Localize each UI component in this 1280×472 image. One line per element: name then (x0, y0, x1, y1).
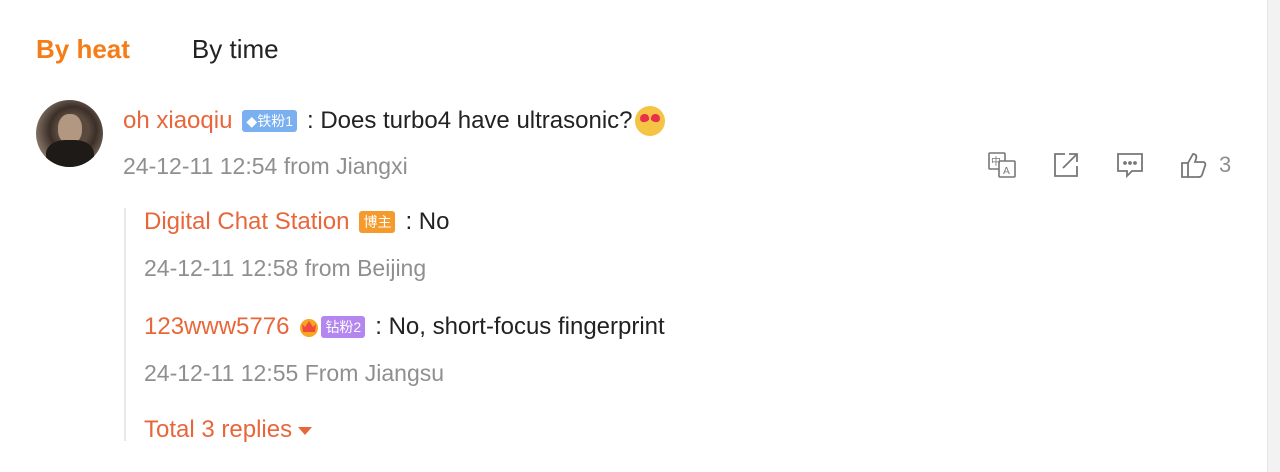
reply-text: : No, short-focus fingerprint (375, 313, 665, 340)
reply-meta: 24-12-11 12:55 From Jiangsu (144, 360, 445, 386)
thumbs-up-icon[interactable] (1179, 150, 1209, 180)
avatar-body (46, 140, 94, 167)
reply-username[interactable]: 123www5776 (144, 313, 289, 341)
comment-meta: 24-12-11 12:54 from Jiangxi (123, 153, 408, 179)
like-count: 3 (1219, 152, 1232, 177)
scrollbar-track[interactable] (1267, 0, 1280, 472)
comment-text: : Does turbo4 have ultrasonic? (306, 107, 633, 134)
svg-text:中: 中 (991, 155, 1001, 168)
reply-username[interactable]: Digital Chat Station (144, 208, 349, 236)
translate-icon[interactable]: 中 A (987, 150, 1017, 180)
reply-item: 123www5776 钻粉2 : No, short-focus fingerp… (144, 313, 665, 341)
reply-thread-divider (124, 208, 126, 441)
comment-actions: 中 A 3 (987, 150, 1231, 180)
tab-by-heat[interactable]: By heat (36, 34, 130, 65)
share-icon[interactable] (1051, 150, 1081, 180)
tab-by-time[interactable]: By time (192, 34, 279, 65)
total-replies-link[interactable]: Total 3 replies (144, 416, 313, 444)
crown-icon (297, 315, 321, 339)
reply-comment-icon[interactable] (1115, 150, 1145, 180)
comment-username[interactable]: oh xiaoqiu (123, 107, 232, 135)
sort-tabs: By heat By time (36, 34, 279, 65)
reply-item: Digital Chat Station 博主 : No (144, 208, 449, 236)
caret-down-icon (298, 427, 313, 435)
svg-text:A: A (1003, 166, 1010, 177)
fan-badge[interactable]: ◆铁粉1 (242, 110, 297, 132)
avatar[interactable] (36, 100, 103, 167)
total-replies-label: Total 3 replies (144, 416, 293, 443)
heart-eyes-emoji-icon (634, 106, 665, 136)
reply-meta: 24-12-11 12:58 from Beijing (144, 255, 427, 281)
blogger-badge: 博主 (359, 211, 396, 233)
comment-content: oh xiaoqiu ◆铁粉1 : Does turbo4 have ultra… (123, 106, 665, 136)
fan-badge[interactable]: 钻粉2 (321, 316, 366, 338)
reply-text: : No (405, 208, 450, 235)
